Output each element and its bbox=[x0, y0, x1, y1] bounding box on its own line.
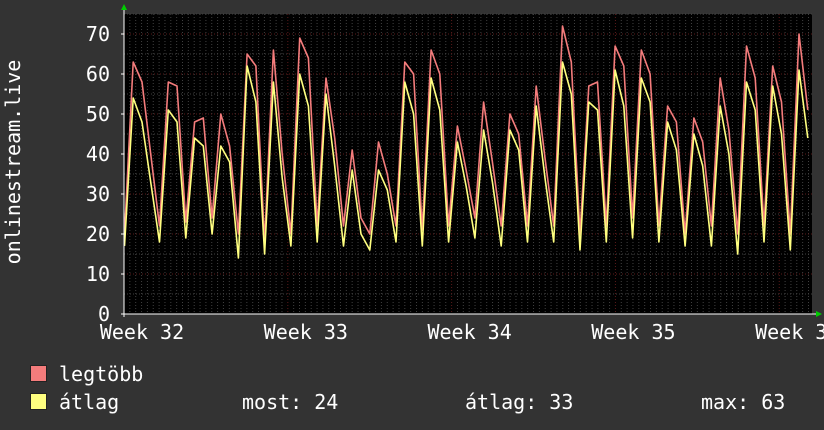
x-tick-label: Week 35 bbox=[591, 320, 675, 344]
y-tick-label: 30 bbox=[86, 182, 110, 206]
chart: 0 10 20 30 40 50 60 70 Week 32 Week 33 Week 34 Week… bbox=[0, 0, 824, 430]
legend-swatch-max bbox=[30, 365, 47, 382]
y-tick-label: 60 bbox=[86, 62, 110, 86]
x-tick-label: Week 33 bbox=[264, 320, 348, 344]
legend-label-avg: átlag bbox=[59, 390, 120, 414]
legend-item-max: legtöbb bbox=[30, 361, 143, 387]
y-tick-label: 70 bbox=[86, 22, 110, 46]
y-tick-label: 20 bbox=[86, 222, 110, 246]
y-tick-label: 40 bbox=[86, 142, 110, 166]
legend-item-avg: átlag bbox=[30, 389, 119, 415]
y-tick-label: 50 bbox=[86, 102, 110, 126]
stat-average: átlag: 33 bbox=[465, 390, 574, 414]
y-axis-arrow bbox=[121, 4, 127, 10]
x-tick-label: Week 34 bbox=[427, 320, 511, 344]
x-tick-label: Week 36 bbox=[755, 320, 824, 344]
y-axis-label: onlinestream.live bbox=[1, 60, 25, 265]
legend-label-max: legtöbb bbox=[59, 362, 144, 386]
stat-now: most: 24 bbox=[242, 390, 339, 414]
x-tick-label: Week 32 bbox=[100, 320, 184, 344]
legend-swatch-avg bbox=[30, 393, 47, 410]
x-axis-arrow bbox=[816, 311, 822, 317]
stat-max: max: 63 bbox=[701, 390, 786, 414]
y-tick-label: 10 bbox=[86, 262, 110, 286]
